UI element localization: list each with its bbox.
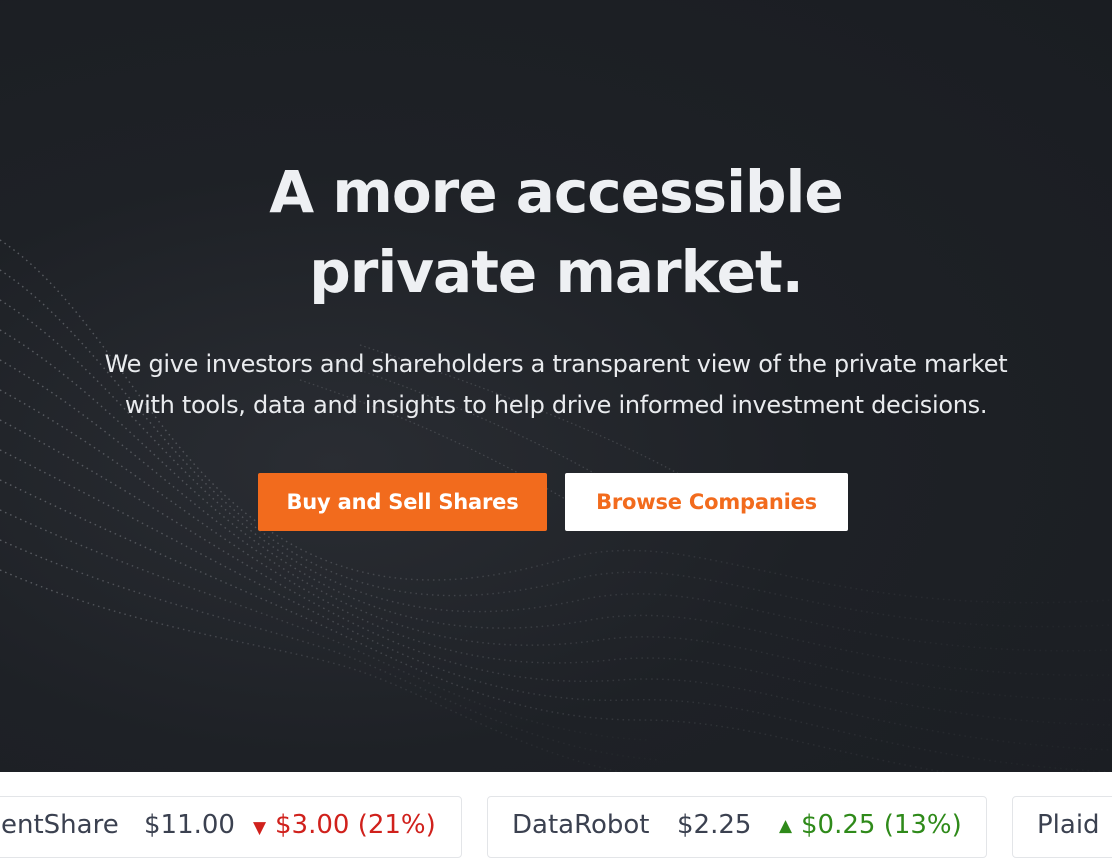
up-arrow-icon: ▲ (779, 816, 793, 836)
ticker-item[interactable]: DataRobot $2.25 ▲ $0.25 (13%) (487, 796, 987, 858)
browse-companies-button[interactable]: Browse Companies (565, 473, 848, 531)
buy-and-sell-shares-button[interactable]: Buy and Sell Shares (258, 473, 547, 531)
hero-headline-line2: private market. (309, 238, 804, 306)
ticker-price: $2.25 (677, 810, 752, 840)
ticker-company-name: Plaid (1037, 810, 1100, 840)
ticker-price: $11.00 (144, 810, 235, 840)
hero-subtitle-line1: We give investors and shareholders a tra… (104, 350, 1008, 378)
hero-subtitle-line2: with tools, data and insights to help dr… (124, 391, 988, 419)
hero-headline-line1: A more accessible (269, 158, 843, 226)
ticker-item[interactable]: entShare $11.00 ▼ $3.00 (21%) (0, 796, 462, 858)
ticker-change: $0.25 (13%) (801, 810, 962, 840)
hero-section: A more accessible private market. We giv… (0, 0, 1112, 772)
ticker-item[interactable]: Plaid (1012, 796, 1112, 858)
ticker-change: $3.00 (21%) (275, 810, 436, 840)
ticker-company-name: entShare (1, 810, 119, 840)
hero-headline: A more accessible private market. (0, 152, 1112, 312)
price-ticker: entShare $11.00 ▼ $3.00 (21%) DataRobot … (0, 772, 1112, 865)
hero-subtitle: We give investors and shareholders a tra… (60, 344, 1052, 426)
down-arrow-icon: ▼ (253, 818, 267, 838)
ticker-company-name: DataRobot (512, 810, 650, 840)
